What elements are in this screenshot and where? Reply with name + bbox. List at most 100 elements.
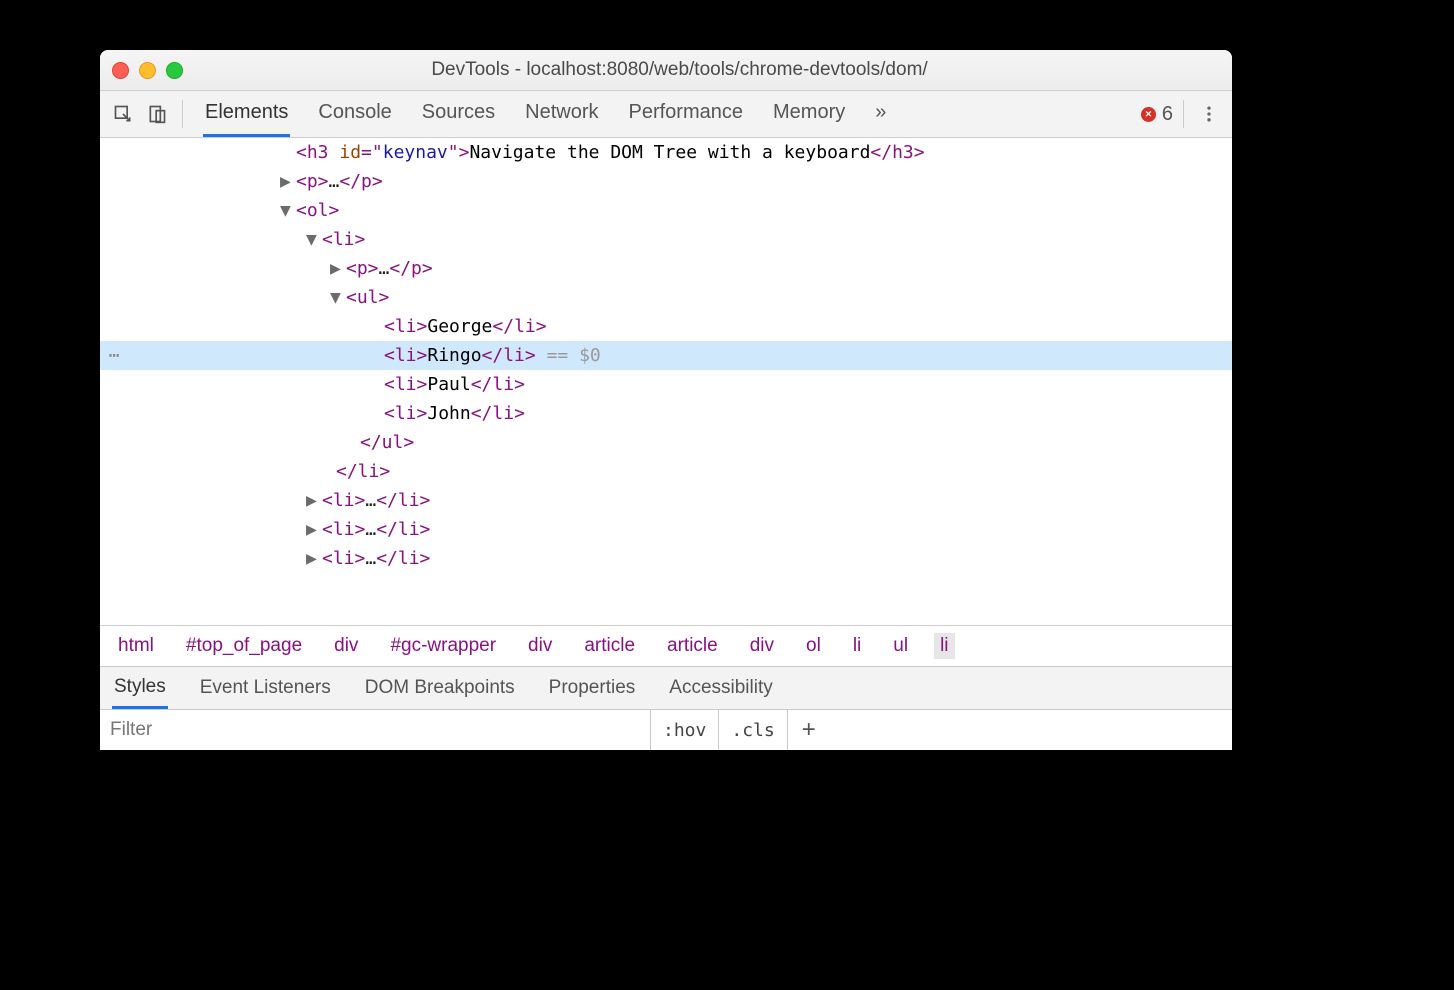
- expand-arrow-icon[interactable]: ▶: [306, 515, 320, 544]
- code-text: Navigate the DOM Tree with a keyboard: [469, 142, 870, 163]
- code-tag: </li>: [471, 374, 525, 395]
- styles-tab-accessibility[interactable]: Accessibility: [667, 669, 774, 707]
- dom-tree-row[interactable]: <h3 id="keynav">Navigate the DOM Tree wi…: [100, 138, 1232, 167]
- code-tag: </li>: [471, 403, 525, 424]
- expand-arrow-icon[interactable]: ▶: [306, 544, 320, 573]
- code-tag: <li>: [384, 316, 427, 337]
- dom-tree-row[interactable]: ▶<li>…</li>: [100, 515, 1232, 544]
- tab-memory[interactable]: Memory: [771, 91, 847, 137]
- toolbar-separator: [182, 100, 183, 128]
- close-window-button[interactable]: [112, 62, 129, 79]
- kebab-menu-icon[interactable]: [1194, 99, 1224, 129]
- code-tag: <li>: [384, 403, 427, 424]
- breadcrumb-separator: [918, 644, 930, 648]
- expand-arrow-icon[interactable]: ▶: [280, 167, 294, 196]
- breadcrumb-item[interactable]: #top_of_page: [180, 633, 308, 659]
- styles-pane-tabs: Styles Event Listeners DOM Breakpoints P…: [100, 666, 1232, 709]
- minimize-window-button[interactable]: [139, 62, 156, 79]
- code-attr-val: keynav: [383, 142, 448, 163]
- inspect-element-icon[interactable]: [108, 99, 138, 129]
- error-count-badge[interactable]: 6: [1141, 103, 1173, 126]
- breadcrumb-item[interactable]: html: [112, 633, 160, 659]
- zoom-window-button[interactable]: [166, 62, 183, 79]
- breadcrumb-separator: [784, 644, 796, 648]
- styles-tab-event-listeners[interactable]: Event Listeners: [198, 669, 333, 707]
- dom-tree-row[interactable]: ⋯<li>Ringo</li> == $0: [100, 341, 1232, 370]
- tab-elements[interactable]: Elements: [203, 91, 290, 137]
- breadcrumb-separator: [645, 644, 657, 648]
- breadcrumb-item[interactable]: ol: [800, 633, 827, 659]
- breadcrumb-item[interactable]: div: [522, 633, 558, 659]
- styles-tab-styles[interactable]: Styles: [112, 668, 168, 709]
- tab-console[interactable]: Console: [316, 91, 393, 137]
- code-tag: <li>: [322, 490, 365, 511]
- expand-arrow-icon[interactable]: ▶: [330, 254, 344, 283]
- dom-tree-row[interactable]: ▶<li>…</li>: [100, 544, 1232, 573]
- tab-sources[interactable]: Sources: [420, 91, 497, 137]
- collapse-arrow-icon[interactable]: ▼: [280, 196, 294, 225]
- breadcrumb-item[interactable]: #gc-wrapper: [384, 633, 502, 659]
- breadcrumb-separator: [312, 644, 324, 648]
- code-tag: <li>: [322, 548, 365, 569]
- breadcrumb-item[interactable]: ul: [887, 633, 914, 659]
- row-gutter: ⋯: [100, 341, 128, 370]
- code-text: Paul: [427, 374, 470, 395]
- dom-tree-row[interactable]: <li>Paul</li>: [100, 370, 1232, 399]
- breadcrumb-bar[interactable]: html #top_of_page div #gc-wrapper div article…: [100, 625, 1232, 666]
- styles-filter-row: :hov .cls +: [100, 709, 1232, 750]
- breadcrumb-separator: [728, 644, 740, 648]
- breadcrumb-separator: [562, 644, 574, 648]
- dom-tree-row[interactable]: <li>George</li>: [100, 312, 1232, 341]
- code-tag: </li>: [376, 548, 430, 569]
- tab-network[interactable]: Network: [523, 91, 600, 137]
- dom-tree[interactable]: <h3 id="keynav">Navigate the DOM Tree wi…: [100, 138, 1232, 625]
- code-tag: <li>: [322, 519, 365, 540]
- code-text: John: [427, 403, 470, 424]
- dom-tree-row[interactable]: </ul>: [100, 428, 1232, 457]
- code-tag: </li>: [376, 519, 430, 540]
- device-toolbar-icon[interactable]: [142, 99, 172, 129]
- breadcrumb-item[interactable]: li: [934, 633, 954, 659]
- window-title: DevTools - localhost:8080/web/tools/chro…: [199, 59, 1220, 81]
- styles-tab-dom-breakpoints[interactable]: DOM Breakpoints: [363, 669, 517, 707]
- code-tag: ">: [448, 142, 470, 163]
- breadcrumb-item[interactable]: div: [328, 633, 364, 659]
- code-tag: </ul>: [360, 432, 414, 453]
- breadcrumb-item[interactable]: div: [744, 633, 780, 659]
- breadcrumb-separator: [506, 644, 518, 648]
- tab-performance[interactable]: Performance: [627, 91, 746, 137]
- code-tag: <ol>: [296, 200, 339, 221]
- code-tag: </li>: [482, 345, 536, 366]
- devtools-window: DevTools - localhost:8080/web/tools/chro…: [100, 50, 1232, 750]
- breadcrumb-item[interactable]: article: [578, 633, 641, 659]
- expand-arrow-icon[interactable]: ▶: [306, 486, 320, 515]
- code-tag: <li>: [384, 374, 427, 395]
- hov-toggle[interactable]: :hov: [651, 710, 719, 750]
- breadcrumb-item[interactable]: article: [661, 633, 724, 659]
- styles-filter-input[interactable]: [100, 710, 651, 750]
- breadcrumb-separator: [871, 644, 883, 648]
- dom-tree-row[interactable]: </li>: [100, 457, 1232, 486]
- dom-tree-row[interactable]: ▶<p>…</p>: [100, 254, 1232, 283]
- overflow-tabs-button[interactable]: »: [873, 91, 888, 137]
- styles-tab-properties[interactable]: Properties: [547, 669, 638, 707]
- collapse-arrow-icon[interactable]: ▼: [306, 225, 320, 254]
- dom-tree-row[interactable]: ▼<li>: [100, 225, 1232, 254]
- dom-tree-row[interactable]: ▶<p>…</p>: [100, 167, 1232, 196]
- window-titlebar: DevTools - localhost:8080/web/tools/chro…: [100, 50, 1232, 91]
- dom-tree-row[interactable]: ▶<li>…</li>: [100, 486, 1232, 515]
- new-style-rule-button[interactable]: +: [788, 710, 830, 750]
- cls-toggle[interactable]: .cls: [719, 710, 787, 750]
- code-tag: <li>: [384, 345, 427, 366]
- code-tag: </li>: [492, 316, 546, 337]
- code-tag: </li>: [376, 490, 430, 511]
- code-tag: <p>: [346, 258, 379, 279]
- code-tag: <p>: [296, 171, 329, 192]
- dom-tree-row[interactable]: ▼<ol>: [100, 196, 1232, 225]
- code-tag: </p>: [339, 171, 382, 192]
- breadcrumb-item[interactable]: li: [847, 633, 867, 659]
- code-tag: </li>: [336, 461, 390, 482]
- dom-tree-row[interactable]: <li>John</li>: [100, 399, 1232, 428]
- dom-tree-row[interactable]: ▼<ul>: [100, 283, 1232, 312]
- collapse-arrow-icon[interactable]: ▼: [330, 283, 344, 312]
